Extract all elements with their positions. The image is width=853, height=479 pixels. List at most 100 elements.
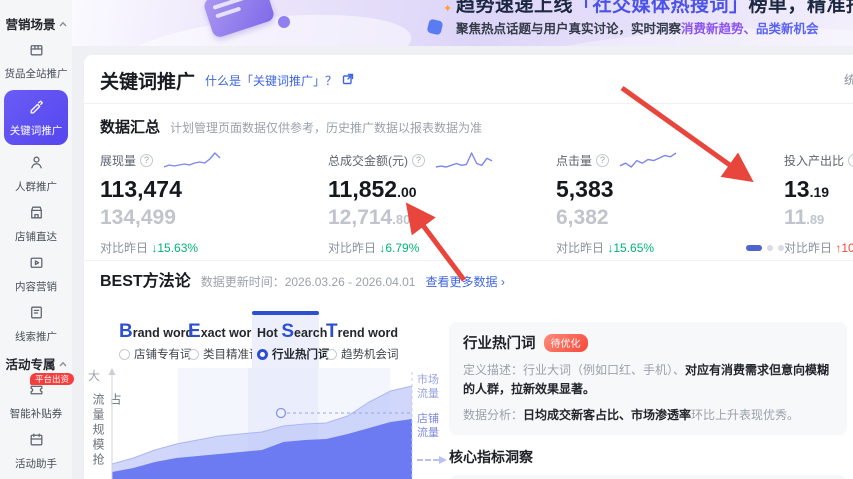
sidebar-item-keyword-promo[interactable]: 关键词推广 (4, 90, 68, 145)
page-header: 关键词推广 什么是「关键词推广」？ 统 (84, 55, 853, 103)
metric-label: 总成交金额(元) (328, 153, 408, 168)
card-title: 行业热门词 (463, 336, 536, 352)
series-label-shop-traffic: 店铺流量 (417, 413, 439, 439)
document-edit-icon (28, 304, 45, 326)
metric-impressions: 展现量? 113,474 134,499 对比昨日 ↓15.63% (100, 151, 328, 256)
sidebar-item-label: 店铺直达 (15, 231, 57, 243)
metric-prev-value: 6,382 (556, 206, 609, 229)
metric-value: 113,474 (100, 176, 182, 202)
sidebar-item-activity-assistant[interactable]: 活动助手 (4, 429, 68, 473)
hot-words-definition-card: 行业热门词 待优化 定义描述：行业大词（例如口红、手机）、对应有消费需求但意向模糊… (449, 322, 847, 435)
sparkle-icon: ✦ (443, 3, 453, 15)
metric-value: 11,852.00 (328, 176, 417, 202)
chevron-up-icon (58, 21, 67, 26)
sidebar-item-store-direct[interactable]: 店铺直达 (4, 202, 68, 246)
sidebar-item-label: 智能补贴券 (9, 408, 63, 420)
shop-icon (28, 204, 45, 226)
sidebar-section-marketing[interactable]: 营销场景 (0, 14, 72, 33)
sparkline-chart (619, 152, 677, 168)
best-title: BEST方法论 (100, 273, 191, 290)
metric-prev-value: 11.89 (784, 206, 825, 229)
truncated-right-text: 统 (843, 73, 853, 87)
metric-compare: 对比昨日 ↑10.93% (784, 241, 853, 255)
carousel-dot[interactable] (778, 245, 784, 251)
sidebar-item-label: 货品全站推广 (4, 68, 68, 80)
metric-prev-value: 12,714.80 (328, 206, 411, 229)
sidebar-item-label: 内容营销 (15, 281, 57, 293)
data-update-time: 数据更新时间：2026.03.26 - 2026.04.01 (200, 275, 416, 289)
metric-compare: 对比昨日 ↓6.79% (328, 241, 420, 255)
metric-gmv: 总成交金额(元)? 11,852.00 12,714.80 对比昨日 ↓6.79… (328, 151, 556, 256)
summary-note: 计划管理页面数据仅供参考，历史推广数据以报表数据为准 (170, 121, 483, 135)
chevron-up-icon (58, 361, 67, 366)
banner-text: 趋势速递上线「社交媒体热搜词」榜单，精准捕捉 聚焦热点话题与用户真实讨论，实时洞… (456, 0, 853, 37)
banner-coin-decoration (278, 16, 290, 28)
radio-icon[interactable] (119, 348, 130, 360)
carousel-dots (746, 245, 784, 251)
view-more-data-link[interactable]: 查看更多数据 › (425, 273, 504, 290)
tab-hot-search[interactable]: Hot Search 行业热门词 (252, 311, 330, 370)
y-axis-max-label: 大 (88, 369, 101, 383)
metrics-row: 展现量? 113,474 134,499 对比昨日 ↓15.63% 总成交金额(… (84, 139, 853, 256)
to-optimize-badge: 待优化 (543, 333, 588, 352)
help-icon[interactable]: ? (848, 153, 853, 167)
sidebar-item-label: 关键词推广 (9, 125, 63, 137)
person-icon (28, 154, 45, 176)
help-icon[interactable]: ? (412, 153, 425, 167)
tab-brand-word[interactable]: Brand word 店铺专有词 (114, 314, 193, 370)
best-tabs: Brand word 店铺专有词 Exact word 类目精准词 Hot Se… (114, 311, 399, 370)
metric-roi: 投入产出比? 13.19 11.89 对比昨日 ↑10.93% (784, 151, 853, 256)
metric-label: 展现量 (100, 153, 137, 168)
x-axis-arrow (417, 456, 447, 464)
sidebar-item-label: 线索推广 (15, 331, 57, 343)
summary-header: 数据汇总 计划管理页面数据仅供参考，历史推广数据以报表数据为准 (84, 104, 853, 139)
banner-chip-decoration (426, 18, 444, 36)
help-icon[interactable]: ? (140, 153, 154, 167)
video-icon (28, 254, 45, 276)
definition-line: 定义描述：行业大词（例如口红、手机）、对应有消费需求但意向模糊的人群，拉新效果显… (463, 363, 830, 396)
sidebar: 营销场景 货品全站推广 关键词推广 人群推广 店铺直达 内容营销 线索推广 活动… (0, 0, 75, 479)
metric-value: 13.19 (784, 176, 830, 202)
kpi-card: 日均成交新客占比? 39.83% 环比 ↓5.25% ? 同行同层前10：34.… (449, 474, 847, 479)
sidebar-item-product-sitewide-promo[interactable]: 货品全站推广 (4, 39, 68, 83)
sidebar-item-smart-coupon[interactable]: 平台出资 智能补贴券 (4, 373, 75, 423)
tab-trend-word[interactable]: Trend word 趋势机会词 (321, 314, 399, 370)
summary-title: 数据汇总 (100, 119, 161, 136)
traffic-area-chart (104, 368, 416, 479)
box-icon (28, 41, 45, 63)
sidebar-item-content-marketing[interactable]: 内容营销 (4, 252, 68, 296)
metric-prev-value: 134,499 (100, 206, 176, 229)
radio-icon[interactable] (188, 348, 199, 360)
sidebar-item-audience-promo[interactable]: 人群推广 (4, 152, 68, 196)
section-title: 营销场景 (5, 18, 56, 32)
sparkline-chart (435, 152, 493, 168)
divider (84, 260, 853, 261)
tab-exact-word[interactable]: Exact word 类目精准词 (183, 314, 261, 370)
what-is-link[interactable]: 什么是「关键词推广」？ (205, 72, 337, 89)
platform-funded-badge: 平台出资 (30, 373, 75, 385)
external-link-icon[interactable] (342, 72, 354, 90)
sparkline-chart (163, 152, 221, 168)
series-label-market-traffic: 市场流量 (417, 374, 439, 400)
core-metrics-title: 核心指标洞察 (449, 448, 533, 465)
metric-compare: 对比昨日 ↓15.63% (100, 241, 199, 255)
carousel-dot[interactable] (767, 245, 773, 251)
banner-headline: 趋势速递上线「社交媒体热搜词」榜单，精准捕捉 (456, 0, 853, 16)
calendar-icon (28, 431, 45, 453)
sidebar-item-label: 活动助手 (15, 458, 57, 470)
insight-column: 行业热门词 待优化 定义描述：行业大词（例如口红、手机）、对应有消费需求但意向模糊… (449, 322, 847, 479)
sidebar-item-lead-promo[interactable]: 线索推广 (4, 302, 68, 346)
page-title: 关键词推广 (100, 72, 196, 93)
section-title: 活动专属 (5, 358, 56, 372)
keyword-promotion-page: 营销场景 货品全站推广 关键词推广 人群推广 店铺直达 内容营销 线索推广 活动… (0, 0, 853, 479)
carousel-dot[interactable] (746, 245, 762, 251)
banner-subline: 聚焦热点话题与用户真实讨论，实时洞察消费新趋势、品类新机会 (456, 22, 819, 36)
sidebar-section-activity[interactable]: 活动专属 (0, 354, 72, 373)
radio-icon[interactable] (326, 348, 337, 360)
help-icon[interactable]: ? (596, 153, 610, 167)
radio-icon[interactable] (257, 348, 268, 360)
main-panel: 关键词推广 什么是「关键词推广」？ 统 数据汇总 计划管理页面数据仅供参考，历史… (84, 55, 853, 479)
metric-value: 5,383 (556, 176, 614, 202)
promo-banner[interactable]: ✦ 趋势速递上线「社交媒体热搜词」榜单，精准捕捉 聚焦热点话题与用户真实讨论，实… (72, 0, 853, 46)
best-methodology-header: BEST方法论 数据更新时间：2026.03.26 - 2026.04.01 查… (84, 267, 853, 291)
